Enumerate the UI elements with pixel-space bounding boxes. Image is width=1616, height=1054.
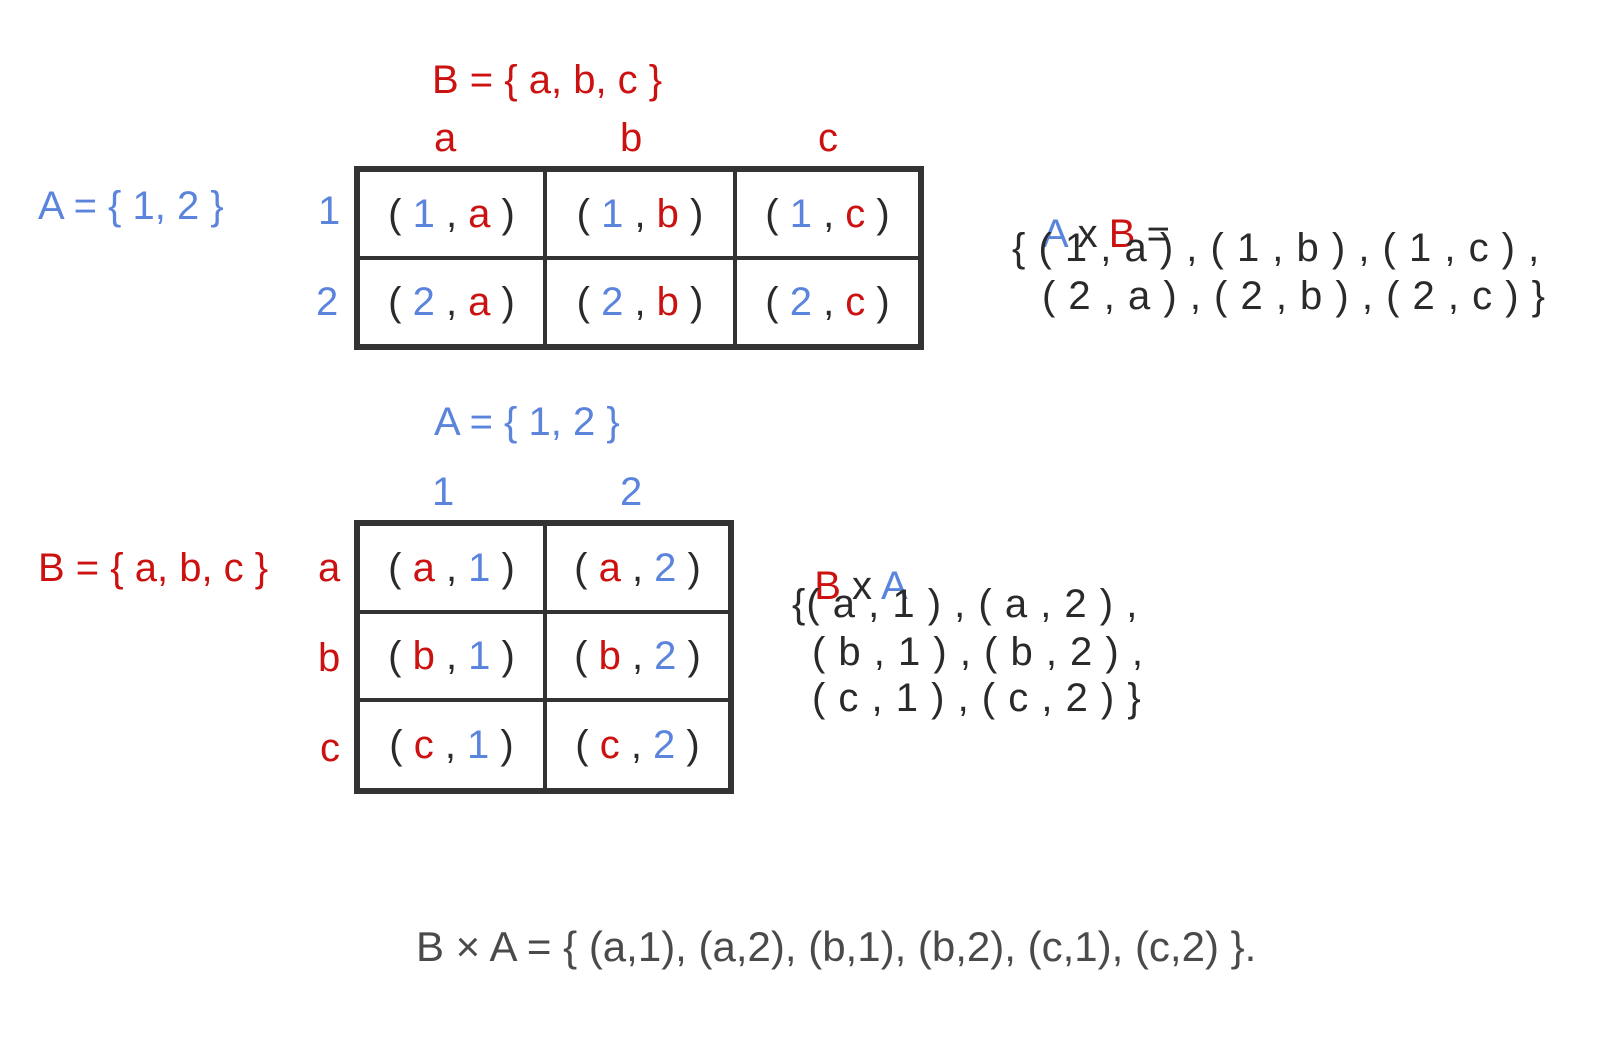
- column-header: 1: [432, 470, 455, 514]
- ordered-pair-cell: ( c , 1 ): [358, 700, 545, 790]
- pair-first: a: [598, 545, 621, 590]
- product-result-line: ( b , 1 ) , ( b , 2 ) ,: [812, 630, 1144, 674]
- pair-second: a: [468, 191, 491, 236]
- row-header: b: [318, 636, 341, 680]
- row-header: 2: [316, 280, 339, 324]
- pair-second: 1: [468, 633, 491, 678]
- product-grid-a-x-b: ( 1 , a ) ( 1 , b ) ( 1 , c ) ( 2 , a ) …: [354, 166, 924, 350]
- pair-second: b: [656, 279, 679, 324]
- ordered-pair-cell: ( c , 2 ): [545, 700, 730, 790]
- row-header: a: [318, 546, 341, 590]
- product-result-line: ( 2 , a ) , ( 2 , b ) , ( 2 , c ) }: [1042, 274, 1547, 318]
- pair-second: 2: [654, 545, 677, 590]
- pair-first: 1: [601, 191, 624, 236]
- pair-first: b: [598, 633, 621, 678]
- pair-first: 2: [601, 279, 624, 324]
- pair-first: 1: [412, 191, 435, 236]
- pair-second: c: [845, 279, 866, 324]
- ordered-pair-cell: ( 2 , b ): [545, 258, 735, 346]
- pair-first: 1: [789, 191, 812, 236]
- column-header: c: [818, 116, 838, 160]
- ordered-pair-cell: ( 1 , b ): [545, 170, 735, 258]
- set-b-definition: B = { a, b, c }: [38, 546, 269, 590]
- pair-second: a: [468, 279, 491, 324]
- ordered-pair-cell: ( 2 , c ): [735, 258, 920, 346]
- set-b-definition: B = { a, b, c }: [432, 58, 663, 102]
- pair-second: b: [656, 191, 679, 236]
- ordered-pair-cell: ( b , 2 ): [545, 612, 730, 700]
- pair-second: 1: [467, 722, 490, 767]
- pair-first: a: [412, 545, 435, 590]
- pair-first: c: [599, 722, 620, 767]
- product-result-line: {( a , 1 ) , ( a , 2 ) ,: [792, 582, 1139, 626]
- pair-second: 2: [654, 633, 677, 678]
- ordered-pair-cell: ( 1 , a ): [358, 170, 545, 258]
- ordered-pair-cell: ( b , 1 ): [358, 612, 545, 700]
- set-a-definition: A = { 1, 2 }: [38, 184, 224, 228]
- row-header: 1: [318, 189, 341, 233]
- ordered-pair-cell: ( a , 2 ): [545, 524, 730, 612]
- ordered-pair-cell: ( a , 1 ): [358, 524, 545, 612]
- pair-first: c: [413, 722, 434, 767]
- column-header: 2: [620, 470, 643, 514]
- pair-first: 2: [412, 279, 435, 324]
- pair-second: c: [845, 191, 866, 236]
- ordered-pair-cell: ( 2 , a ): [358, 258, 545, 346]
- product-result-line: { ( 1 , a ) , ( 1 , b ) , ( 1 , c ) ,: [1012, 226, 1541, 270]
- pair-second: 2: [653, 722, 676, 767]
- final-statement: B × A = { (a,1), (a,2), (b,1), (b,2), (c…: [416, 923, 1257, 970]
- row-header: c: [320, 726, 340, 770]
- product-result-line: ( c , 1 ) , ( c , 2 ) }: [812, 676, 1142, 720]
- column-header: a: [434, 116, 457, 160]
- pair-first: b: [412, 633, 435, 678]
- pair-second: 1: [468, 545, 491, 590]
- ordered-pair-cell: ( 1 , c ): [735, 170, 920, 258]
- column-header: b: [620, 116, 643, 160]
- pair-first: 2: [789, 279, 812, 324]
- product-grid-b-x-a: ( a , 1 ) ( a , 2 ) ( b , 1 ) ( b , 2 ) …: [354, 520, 734, 794]
- set-a-definition: A = { 1, 2 }: [434, 400, 620, 444]
